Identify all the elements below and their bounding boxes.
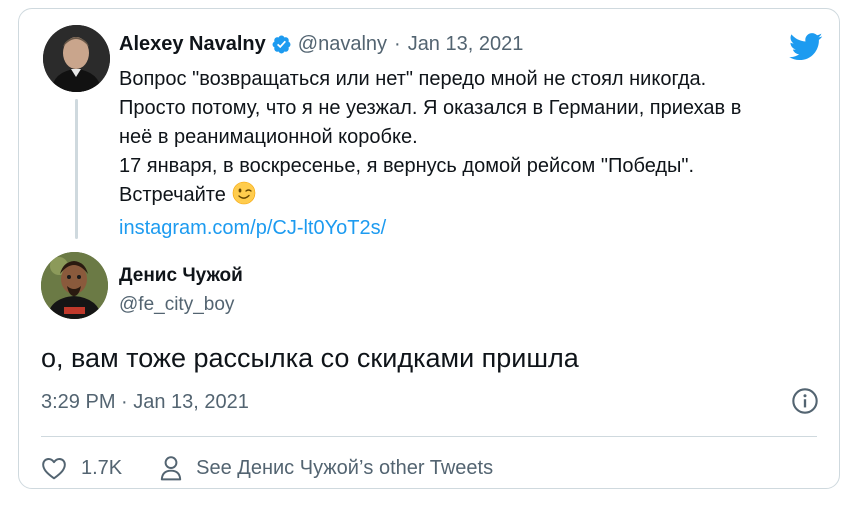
quoted-text-line-with-emoji: Встречайте <box>119 181 819 214</box>
like-button[interactable]: 1.7K <box>41 456 122 480</box>
info-icon[interactable] <box>791 387 819 415</box>
quoted-author-handle[interactable]: @navalny <box>298 33 387 56</box>
meta-separator: · <box>394 33 401 55</box>
quoted-text-line: Вопрос "возвращаться или нет" передо мно… <box>119 68 707 90</box>
see-other-tweets-label: See Денис Чужой’s other Tweets <box>196 456 494 479</box>
quoted-author-name[interactable]: Alexey Navalny <box>119 33 266 56</box>
quoted-text-line: Просто потому, что я не уезжал. Я оказал… <box>119 97 742 119</box>
tweet-actions-bar: 1.7K See Денис Чужой’s other Tweets <box>41 446 493 490</box>
actions-divider <box>41 436 817 437</box>
like-count: 1.7K <box>81 456 123 479</box>
reply-timestamp[interactable]: 3:29 PM · Jan 13, 2021 <box>41 391 249 414</box>
reply-author-name[interactable]: Денис Чужой <box>119 265 243 287</box>
instagram-link[interactable]: instagram.com/p/CJ-lt0YoT2s/ <box>119 217 386 239</box>
reply-author-handle[interactable]: @fe_city_boy <box>119 294 234 316</box>
quoted-text-line: неё в реанимационной коробке. <box>119 126 418 148</box>
verified-badge-icon <box>271 34 292 55</box>
see-other-tweets-link[interactable]: See Денис Чужой’s other Tweets <box>160 455 493 481</box>
quoted-tweet-body: Вопрос "возвращаться или нет" передо мно… <box>119 65 819 243</box>
winking-face-emoji-icon <box>232 181 256 214</box>
quoted-tweet-date[interactable]: Jan 13, 2021 <box>408 33 524 56</box>
quoted-tweet-header: Alexey Navalny @navalny · Jan 13, 2021 <box>119 33 523 56</box>
navalny-avatar[interactable] <box>43 25 110 92</box>
person-icon <box>160 456 182 481</box>
quoted-text-line: Встречайте <box>119 184 226 206</box>
reply-tweet-text: о, вам тоже рассылка со скидками пришла <box>41 343 579 373</box>
tweet-card: Alexey Navalny @navalny · Jan 13, 2021 В… <box>18 8 840 489</box>
twitter-bird-icon[interactable] <box>789 33 823 61</box>
thread-connector-line <box>75 99 78 239</box>
quoted-text-line: 17 января, в воскресенье, я вернусь домо… <box>119 155 695 177</box>
heart-icon <box>42 458 66 480</box>
reply-author-avatar[interactable] <box>41 252 108 319</box>
